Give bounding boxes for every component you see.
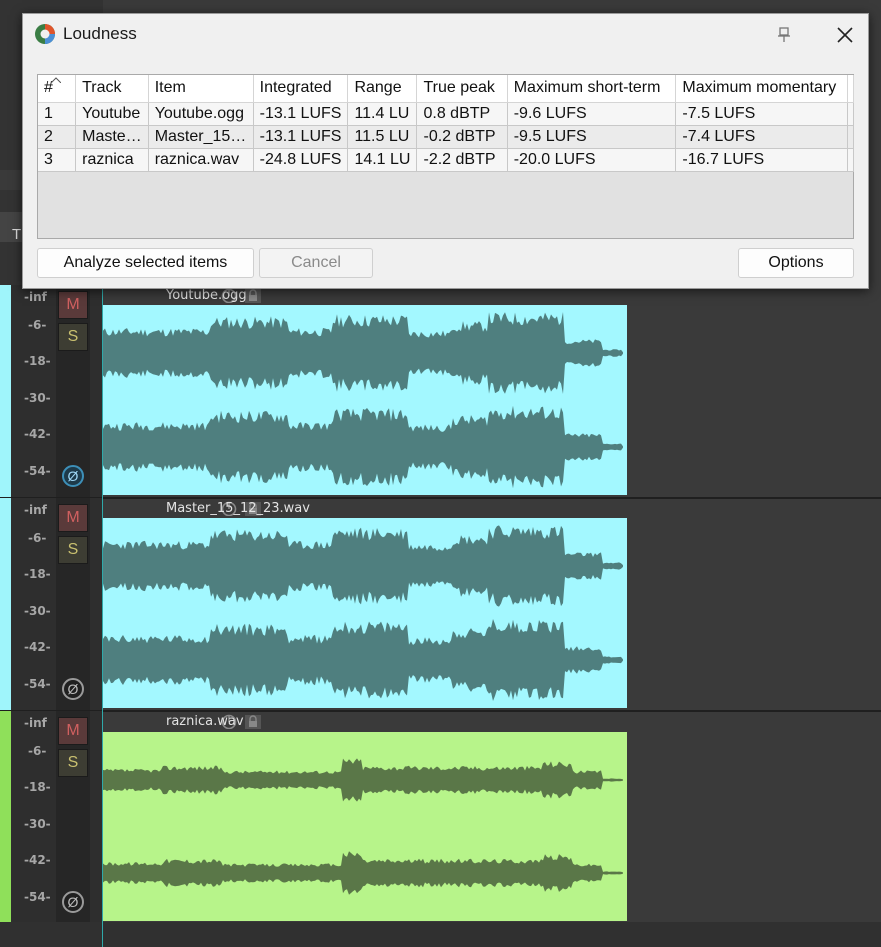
cell-max-short-term: -9.6 LUFS [507, 102, 677, 126]
waveform[interactable] [103, 305, 627, 495]
column-header-max-short-term[interactable]: Maximum short-term [507, 75, 677, 103]
background-toolbar-fragment [0, 170, 22, 190]
phase-invert-button[interactable]: Ø [62, 465, 84, 487]
mute-button[interactable]: M [58, 291, 88, 319]
meter-label: -42- [24, 640, 51, 654]
cell-track: raznica [75, 148, 149, 172]
meter-label: -30- [24, 391, 51, 405]
cell-item: Youtube.ogg [148, 102, 254, 126]
options-button[interactable]: Options [738, 248, 854, 278]
cell-max-momentary: -16.7 LUFS [675, 148, 848, 172]
meter-label: -inf [24, 290, 47, 304]
analyze-selected-items-button[interactable]: Analyze selected items [37, 248, 254, 278]
table-header-row: # Track Item Integrated Range True peak … [38, 75, 855, 103]
table-row[interactable]: 3 raznica raznica.wav -24.8 LUFS 14.1 LU… [38, 148, 855, 172]
meter-label: -42- [24, 427, 51, 441]
meter-label: -6- [28, 531, 47, 545]
track-2[interactable]: -inf -6- -18- -30- -42- -54- M S Ø Maste… [0, 498, 881, 710]
cell-range: 11.5 LU [347, 125, 418, 149]
meter-label: -42- [24, 853, 51, 867]
meter-label: -30- [24, 604, 51, 618]
solo-button[interactable]: S [58, 536, 88, 564]
cell-max-momentary: -7.5 LUFS [675, 102, 848, 126]
dialog-titlebar[interactable]: Loudness [23, 14, 868, 55]
media-item-name[interactable]: Master_15_12_23.wav [166, 501, 310, 516]
waveform[interactable] [103, 732, 627, 921]
cell-item: Master_15… [148, 125, 254, 149]
cell-number: 1 [38, 102, 77, 126]
cell-integrated: -24.8 LUFS [253, 148, 349, 172]
column-header-range[interactable]: Range [347, 75, 418, 103]
cell-item: raznica.wav [148, 148, 254, 172]
meter-label: -18- [24, 780, 51, 794]
cell-range: 14.1 LU [347, 148, 418, 172]
media-item-name[interactable]: Youtube.ogg [166, 288, 247, 303]
phase-invert-button[interactable]: Ø [62, 891, 84, 913]
cancel-button[interactable]: Cancel [259, 248, 373, 278]
column-header-integrated[interactable]: Integrated [253, 75, 349, 103]
edit-cursor [102, 285, 103, 947]
meter-label: -inf [24, 503, 47, 517]
cell-track: Maste… [75, 125, 149, 149]
track-color-bar [0, 498, 11, 710]
close-icon[interactable] [833, 23, 857, 47]
mute-button[interactable]: M [58, 504, 88, 532]
cell-track: Youtube [75, 102, 149, 126]
sort-arrow-icon [51, 77, 61, 83]
loudness-table[interactable]: # Track Item Integrated Range True peak … [38, 75, 855, 172]
meter-label: -inf [24, 716, 47, 730]
cell-number: 2 [38, 125, 77, 149]
cell-integrated: -13.1 LUFS [253, 102, 349, 126]
column-header-track[interactable]: Track [75, 75, 149, 103]
media-item-name[interactable]: raznica.wav [166, 714, 244, 729]
solo-button[interactable]: S [58, 323, 88, 351]
cell-integrated: -13.1 LUFS [253, 125, 349, 149]
meter-label: -54- [24, 890, 51, 904]
cell-filler [847, 125, 855, 149]
track-1[interactable]: -inf -6- -18- -30- -42- -54- M S Ø Youtu… [0, 285, 881, 497]
bottom-area [0, 922, 881, 947]
meter-label: -30- [24, 817, 51, 831]
column-header-max-momentary[interactable]: Maximum momentary [675, 75, 848, 103]
meter-label: -54- [24, 464, 51, 478]
table-row[interactable]: 1 Youtube Youtube.ogg -13.1 LUFS 11.4 LU… [38, 102, 855, 126]
meter-label: -18- [24, 567, 51, 581]
column-header-filler [847, 75, 855, 103]
cell-true-peak: -2.2 dBTP [416, 148, 508, 172]
cell-number: 3 [38, 148, 77, 172]
cell-filler [847, 148, 855, 172]
waveform[interactable] [103, 518, 627, 708]
cell-true-peak: -0.2 dBTP [416, 125, 508, 149]
cell-max-momentary: -7.4 LUFS [675, 125, 848, 149]
loudness-dialog: Loudness # Track Item Integrated Range T… [22, 13, 869, 289]
table-row[interactable]: 2 Maste… Master_15… -13.1 LUFS 11.5 LU -… [38, 125, 855, 149]
track-color-bar [0, 711, 11, 922]
column-header-true-peak[interactable]: True peak [416, 75, 508, 103]
cell-max-short-term: -20.0 LUFS [507, 148, 677, 172]
meter-label: -54- [24, 677, 51, 691]
cell-filler [847, 102, 855, 126]
pin-icon[interactable] [775, 26, 793, 44]
background-label: T [12, 226, 22, 243]
reaper-logo-icon [35, 24, 55, 44]
dialog-title: Loudness [63, 24, 137, 43]
mute-button[interactable]: M [58, 717, 88, 745]
column-header-number[interactable]: # [38, 75, 77, 103]
cell-true-peak: 0.8 dBTP [416, 102, 508, 126]
track-3[interactable]: -inf -6- -18- -30- -42- -54- M S Ø razni… [0, 711, 881, 922]
track-color-bar [0, 285, 11, 497]
cell-range: 11.4 LU [347, 102, 418, 126]
meter-label: -6- [28, 318, 47, 332]
meter-label: -18- [24, 354, 51, 368]
solo-button[interactable]: S [58, 749, 88, 777]
loudness-table-area[interactable]: # Track Item Integrated Range True peak … [37, 74, 855, 239]
column-header-item[interactable]: Item [148, 75, 254, 103]
meter-label: -6- [28, 744, 47, 758]
phase-invert-button[interactable]: Ø [62, 678, 84, 700]
cell-max-short-term: -9.5 LUFS [507, 125, 677, 149]
